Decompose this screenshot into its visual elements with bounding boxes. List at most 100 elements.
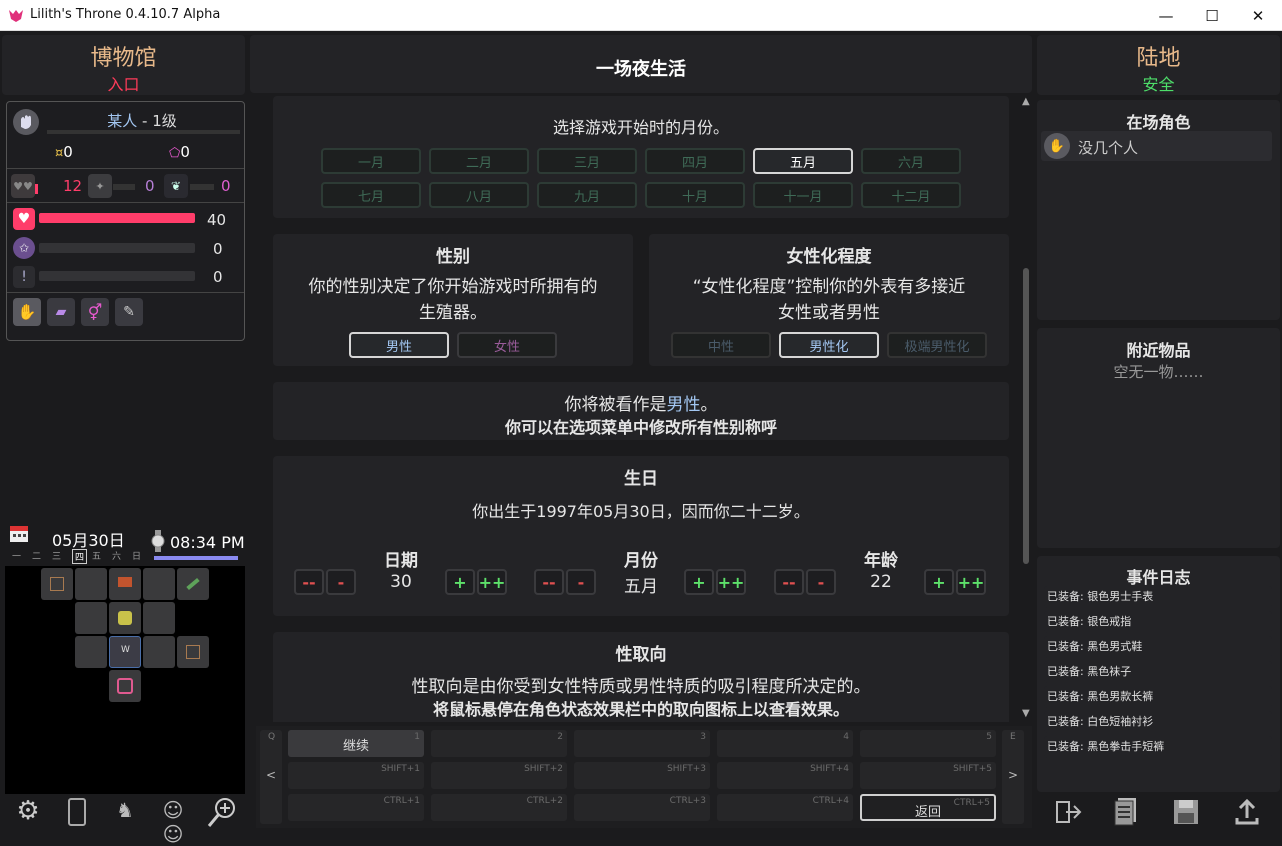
month-button-2[interactable]: 二月: [429, 148, 529, 174]
hotkey-slot-row3-3[interactable]: CTRL+3: [574, 794, 710, 821]
map-cell[interactable]: [143, 602, 175, 634]
day-plus-1-button[interactable]: +: [445, 569, 475, 595]
gender-male-button[interactable]: 男性: [349, 332, 449, 358]
scroll-down-icon[interactable]: ▼: [1022, 708, 1030, 719]
map-cell[interactable]: [109, 568, 141, 600]
hotkey-slot-row2-2[interactable]: SHIFT+2: [431, 762, 567, 789]
month-button-9[interactable]: 九月: [537, 182, 637, 208]
hotkey-slot-row3-2[interactable]: CTRL+2: [431, 794, 567, 821]
prev-page-button[interactable]: Q <: [260, 730, 282, 824]
watch-icon[interactable]: [150, 530, 166, 552]
map-cell-exit[interactable]: [109, 670, 141, 702]
month-button-6[interactable]: 六月: [861, 148, 961, 174]
month-button-1[interactable]: 一月: [321, 148, 421, 174]
wings-icon[interactable]: ❦: [164, 174, 188, 198]
minimap[interactable]: W: [5, 566, 245, 794]
month-plus-1-button[interactable]: +: [684, 569, 714, 595]
map-cell[interactable]: [41, 568, 73, 600]
hotkey-slot-row2-3[interactable]: SHIFT+3: [574, 762, 710, 789]
hotkey-slot-row3-1[interactable]: CTRL+1: [288, 794, 424, 821]
hotkey-slot-row2-5[interactable]: SHIFT+5: [860, 762, 996, 789]
map-cell[interactable]: [143, 636, 175, 668]
content-scrollbar[interactable]: ▲ ▼: [1020, 96, 1032, 722]
map-cell[interactable]: [177, 636, 209, 668]
phone-icon[interactable]: [68, 798, 86, 826]
stars-icon[interactable]: ✦: [88, 174, 112, 198]
gender-status-icon[interactable]: ⚥: [81, 298, 109, 326]
scroll-up-icon[interactable]: ▲: [1022, 96, 1030, 107]
map-cell[interactable]: [75, 602, 107, 634]
map-cell[interactable]: [75, 636, 107, 668]
month-button-7[interactable]: 七月: [321, 182, 421, 208]
event-log-item[interactable]: 已装备: 白色短袖衬衫: [1044, 711, 1272, 733]
hand-status-icon[interactable]: ✋: [13, 298, 41, 326]
event-log-item[interactable]: 已装备: 银色戒指: [1044, 611, 1272, 633]
gender-female-button[interactable]: 女性: [457, 332, 557, 358]
map-cell[interactable]: [143, 568, 175, 600]
shoe-status-icon[interactable]: ▰: [47, 298, 75, 326]
map-cell[interactable]: [177, 568, 209, 600]
event-log-item[interactable]: 已装备: 黑色男式鞋: [1044, 636, 1272, 658]
hotkey-slot-row1-4[interactable]: 4: [717, 730, 853, 757]
feather-status-icon[interactable]: ✎: [115, 298, 143, 326]
minimize-button[interactable]: —: [1143, 0, 1189, 31]
event-log-item[interactable]: 已装备: 黑色男款长裤: [1044, 686, 1272, 708]
day-minus-5-button[interactable]: --: [294, 569, 324, 595]
mana-icon[interactable]: ✩: [13, 237, 35, 259]
exit-icon[interactable]: [1054, 798, 1082, 826]
scene-content[interactable]: 选择游戏开始时的月份。 一月 二月 三月 四月 五月 六月 七月 八月 九月 十月 十一月 十二月 性…: [256, 96, 1020, 722]
upload-icon[interactable]: [1234, 798, 1260, 826]
age-plus-5-button[interactable]: ++: [956, 569, 986, 595]
month-button-5[interactable]: 五月: [753, 148, 853, 174]
femininity-neutral-button[interactable]: 中性: [671, 332, 771, 358]
age-plus-1-button[interactable]: +: [924, 569, 954, 595]
month-minus-5-button[interactable]: --: [534, 569, 564, 595]
month-button-3[interactable]: 三月: [537, 148, 637, 174]
month-button-12[interactable]: 十二月: [861, 182, 961, 208]
save-icon[interactable]: [1172, 798, 1200, 826]
month-button-4[interactable]: 四月: [645, 148, 745, 174]
map-cell[interactable]: [75, 568, 107, 600]
zoom-in-icon[interactable]: [206, 796, 238, 828]
femininity-very-masculine-button[interactable]: 极端男性化: [887, 332, 987, 358]
player-avatar-icon[interactable]: [13, 109, 39, 135]
scroll-thumb[interactable]: [1023, 268, 1029, 564]
month-plus-5-button[interactable]: ++: [716, 569, 746, 595]
month-button-11[interactable]: 十一月: [753, 182, 853, 208]
month-button-10[interactable]: 十月: [645, 182, 745, 208]
day-plus-5-button[interactable]: ++: [477, 569, 507, 595]
age-minus-1-button[interactable]: -: [806, 569, 836, 595]
maximize-button[interactable]: ☐: [1189, 0, 1235, 31]
characters-row[interactable]: ✋ 没几个人: [1041, 131, 1272, 161]
month-button-8[interactable]: 八月: [429, 182, 529, 208]
continue-button[interactable]: 1 继续: [288, 730, 424, 757]
settings-gear-icon[interactable]: ⚙: [12, 796, 44, 828]
hotkey-slot-row2-1[interactable]: SHIFT+1: [288, 762, 424, 789]
player-status-panel[interactable]: 某人 - 1级 ¤0 ⬠0 ♥♥ 12 ✦ 0 ❦ 0 ♥ 40 ✩ 0 ! 0…: [6, 101, 245, 341]
femininity-masculine-button[interactable]: 男性化: [779, 332, 879, 358]
lust-icon[interactable]: !: [13, 266, 35, 288]
document-icon[interactable]: [1112, 796, 1140, 826]
inventory-icon[interactable]: ♞: [112, 798, 138, 826]
hearts-icon[interactable]: ♥♥: [11, 174, 35, 198]
event-log-item[interactable]: 已装备: 黑色袜子: [1044, 661, 1272, 683]
hotkey-slot-row1-3[interactable]: 3: [574, 730, 710, 757]
calendar-icon[interactable]: [8, 522, 30, 544]
hotkey-slot-row3-4[interactable]: CTRL+4: [717, 794, 853, 821]
map-cell[interactable]: [109, 602, 141, 634]
age-minus-5-button[interactable]: --: [774, 569, 804, 595]
day-minus-1-button[interactable]: -: [326, 569, 356, 595]
next-page-button[interactable]: E >: [1002, 730, 1024, 824]
event-log-item[interactable]: 已装备: 黑色拳击手短裤: [1044, 736, 1272, 758]
event-log-item[interactable]: 已装备: 银色男士手表: [1044, 586, 1272, 608]
back-button[interactable]: CTRL+5 返回: [860, 794, 996, 821]
hotkey-slot-row2-4[interactable]: SHIFT+4: [717, 762, 853, 789]
hotkey-slot-row1-5[interactable]: 5: [860, 730, 996, 757]
map-cell-current[interactable]: W: [109, 636, 141, 668]
month-minus-1-button[interactable]: -: [566, 569, 596, 595]
characters-icon[interactable]: ☺☺: [158, 798, 188, 846]
health-icon[interactable]: ♥: [13, 208, 35, 230]
close-button[interactable]: ✕: [1235, 0, 1281, 31]
hotkey-slot-row1-2[interactable]: 2: [431, 730, 567, 757]
player-name[interactable]: 某人: [107, 112, 137, 130]
